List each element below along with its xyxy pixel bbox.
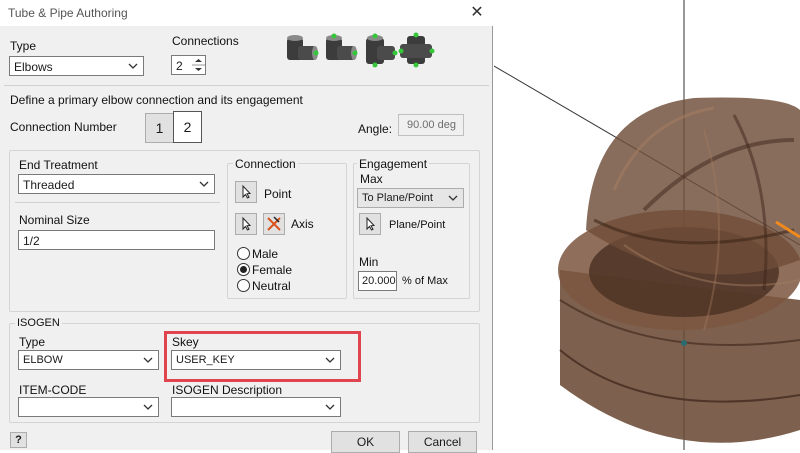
connections-label: Connections xyxy=(172,34,239,48)
connection-1-button[interactable]: 1 xyxy=(145,113,174,143)
min-label: Min xyxy=(359,255,379,269)
female-radio[interactable] xyxy=(237,263,250,276)
min-value: 20.000 xyxy=(362,275,396,287)
connection-number-label: Connection Number xyxy=(10,120,117,134)
angle-field: 90.00 deg xyxy=(398,114,464,136)
nominal-size-field[interactable]: 1/2 xyxy=(18,230,215,250)
connections-stepper[interactable]: 2 xyxy=(171,55,206,75)
tube-pipe-authoring-dialog: Tube & Pipe Authoring ✕ Type Elbows Conn… xyxy=(0,0,493,453)
isogen-type-label: Type xyxy=(19,335,46,349)
angle-value: 90.00 deg xyxy=(407,119,456,131)
isogen-type-value: ELBOW xyxy=(23,354,63,366)
item-code-dropdown[interactable] xyxy=(18,397,159,417)
axis-select-button[interactable] xyxy=(235,213,257,235)
cursor-icon xyxy=(242,216,252,231)
connection-2-button[interactable]: 2 xyxy=(173,111,202,143)
isogen-type-dropdown[interactable]: ELBOW xyxy=(18,350,159,370)
cursor-icon xyxy=(242,184,252,199)
flip-axis-icon xyxy=(267,216,281,231)
axis-label: Axis xyxy=(291,217,314,231)
chevron-down-icon xyxy=(143,357,153,363)
isogen-group-label: ISOGEN xyxy=(15,317,62,329)
female-radio-label: Female xyxy=(252,263,293,277)
chevron-down-icon xyxy=(448,195,458,201)
isogen-description-dropdown[interactable] xyxy=(171,397,341,417)
type-dropdown[interactable]: Elbows xyxy=(9,56,144,76)
skey-highlight-box xyxy=(164,331,361,382)
chevron-down-icon xyxy=(143,404,153,410)
instruction-text: Define a primary elbow connection and it… xyxy=(10,93,303,107)
connection-group-label: Connection xyxy=(233,157,298,171)
spin-arrows-icon[interactable] xyxy=(192,56,205,74)
plane-point-select-button[interactable] xyxy=(359,213,381,235)
max-value: To Plane/Point xyxy=(362,192,433,204)
dialog-title: Tube & Pipe Authoring xyxy=(8,6,128,20)
axis-flip-button[interactable] xyxy=(263,213,285,235)
plane-point-label: Plane/Point xyxy=(389,219,446,231)
separator xyxy=(4,85,489,86)
male-radio[interactable] xyxy=(237,247,250,260)
end-treatment-label: End Treatment xyxy=(19,158,98,172)
neutral-radio-label: Neutral xyxy=(252,279,291,293)
elbow-2-connections-thumbnail[interactable] xyxy=(282,28,322,72)
help-button[interactable]: ? xyxy=(10,432,27,448)
max-dropdown[interactable]: To Plane/Point xyxy=(357,188,464,208)
chevron-down-icon xyxy=(199,181,209,187)
engagement-group-label: Engagement xyxy=(357,157,430,171)
model-viewport[interactable] xyxy=(494,0,800,450)
max-label: Max xyxy=(360,172,383,186)
chevron-down-icon xyxy=(128,63,138,69)
isogen-description-label: ISOGEN Description xyxy=(172,383,283,397)
angle-label: Angle: xyxy=(358,122,393,136)
cursor-icon xyxy=(366,216,376,231)
nominal-size-value: 1/2 xyxy=(23,234,40,248)
neutral-radio[interactable] xyxy=(237,279,250,292)
point-select-button[interactable] xyxy=(235,181,257,203)
elbow-fitting-model xyxy=(494,0,800,450)
end-treatment-value: Threaded xyxy=(23,178,75,192)
end-treatment-dropdown[interactable]: Threaded xyxy=(18,174,215,194)
chevron-down-icon xyxy=(325,404,335,410)
min-suffix: % of Max xyxy=(402,275,448,287)
connections-value: 2 xyxy=(176,59,183,73)
elbow-3-connections-thumbnail[interactable] xyxy=(361,28,401,72)
point-label: Point xyxy=(264,187,292,201)
min-field[interactable]: 20.000 xyxy=(358,271,397,291)
title-bar: Tube & Pipe Authoring ✕ xyxy=(0,0,493,26)
close-button[interactable]: ✕ xyxy=(463,2,491,24)
type-label: Type xyxy=(10,39,37,53)
type-dropdown-value: Elbows xyxy=(14,60,53,74)
male-radio-label: Male xyxy=(252,247,279,261)
separator xyxy=(15,202,220,203)
elbow-2-connections-alt-thumbnail[interactable] xyxy=(321,28,361,72)
origin-point-icon xyxy=(681,340,687,346)
elbow-4-connections-thumbnail[interactable] xyxy=(397,28,437,72)
item-code-label: ITEM-CODE xyxy=(19,383,87,397)
nominal-size-label: Nominal Size xyxy=(19,213,90,227)
